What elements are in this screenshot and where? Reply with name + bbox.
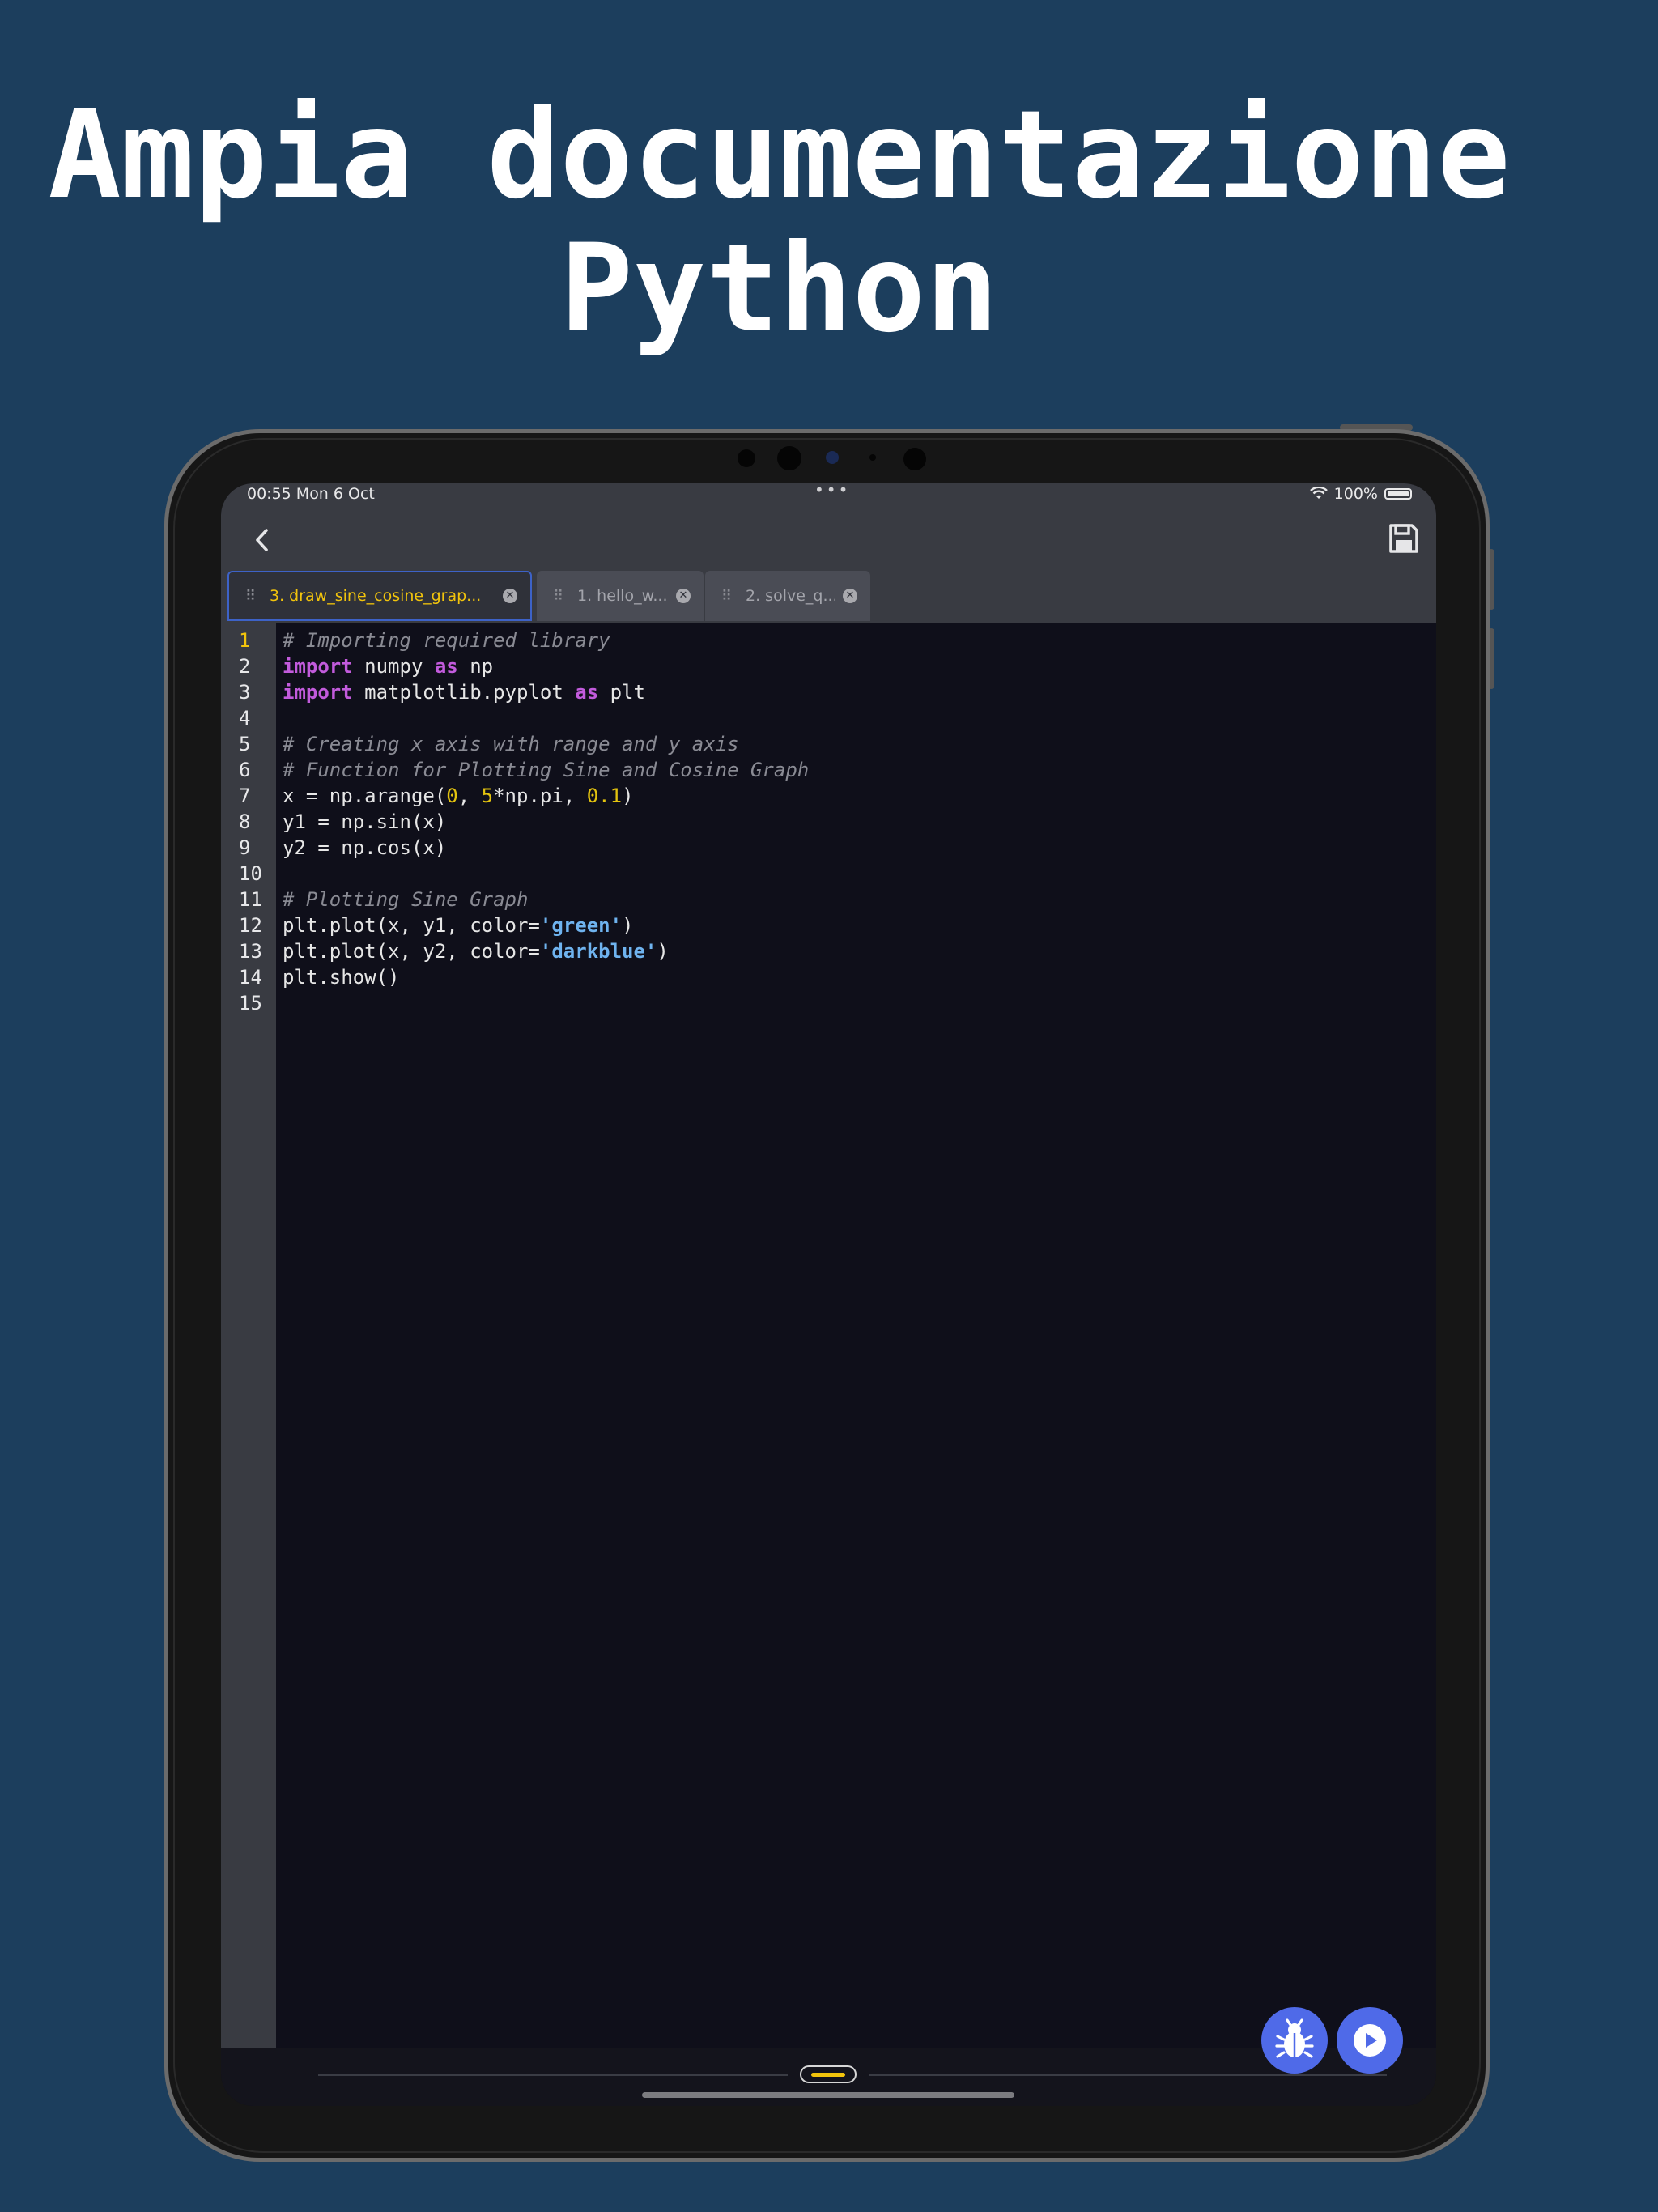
drag-handle-icon[interactable]: ⠿	[721, 588, 734, 605]
bug-icon	[1275, 2018, 1314, 2058]
code-token: x = np.arange(	[283, 785, 447, 807]
code-token: plt.show()	[283, 966, 400, 989]
status-time: 00:55 Mon 6 Oct	[247, 485, 375, 503]
code-token: )	[657, 940, 669, 963]
code-line[interactable]: import matplotlib.pyplot as plt	[283, 679, 645, 705]
code-token: )	[622, 914, 634, 937]
code-token: ,	[457, 785, 482, 807]
code-token: plt	[598, 681, 645, 704]
code-token: # Importing required library	[283, 629, 610, 652]
code-line[interactable]: plt.show()	[283, 964, 400, 990]
code-token: 5	[481, 785, 494, 807]
code-token: numpy	[352, 655, 435, 678]
tab-bar: ⠿ 3. draw_sine_cosine_grap... ✕ ⠿ 1. hel…	[221, 571, 1436, 623]
code-token: )	[622, 785, 634, 807]
headline-line-1: Ampia documentazione	[48, 85, 1511, 226]
code-token: import	[283, 655, 353, 678]
code-line[interactable]: import numpy as np	[283, 653, 493, 679]
code-token: y1 = np.sin(x)	[283, 810, 447, 833]
code-token: 'green'	[539, 914, 623, 937]
code-token: plt.plot(x, y2, color=	[283, 940, 540, 963]
sensor-dot-icon	[869, 454, 876, 461]
code-token: # Creating x axis with range and y axis	[283, 733, 739, 755]
tab-label: 3. draw_sine_cosine_grap...	[270, 587, 482, 605]
code-line[interactable]: # Function for Plotting Sine and Cosine …	[283, 757, 809, 783]
battery-icon	[1384, 488, 1412, 500]
status-bar: 00:55 Mon 6 Oct ••• 100%	[221, 483, 1436, 508]
tab-draw-sine-cosine[interactable]: ⠿ 3. draw_sine_cosine_grap... ✕	[227, 571, 532, 621]
floppy-disk-icon[interactable]	[1386, 521, 1422, 556]
face-sensor-icon	[903, 448, 926, 470]
code-token: # Function for Plotting Sine and Cosine …	[283, 759, 810, 781]
code-line[interactable]: plt.plot(x, y2, color='darkblue')	[283, 938, 669, 964]
code-token: 0	[446, 785, 458, 807]
close-icon[interactable]: ✕	[503, 589, 517, 603]
code-line[interactable]: # Importing required library	[283, 627, 610, 653]
code-token: as	[434, 655, 458, 678]
code-line[interactable]: y2 = np.cos(x)	[283, 835, 446, 861]
camera-icon	[777, 446, 801, 470]
divider	[318, 2074, 788, 2076]
drag-handle-icon[interactable]: ⠿	[553, 588, 566, 605]
code-token: plt.plot(x, y1, color=	[283, 914, 540, 937]
sensor-icon	[738, 449, 755, 467]
battery-percent: 100%	[1333, 485, 1378, 503]
camera-lens-icon	[826, 451, 839, 464]
status-right: 100%	[1309, 485, 1412, 503]
keyboard-toggle-handle[interactable]	[800, 2065, 857, 2083]
play-circle-icon	[1354, 2024, 1386, 2057]
chevron-left-icon[interactable]	[245, 522, 278, 558]
code-line[interactable]: # Creating x axis with range and y axis	[283, 731, 739, 757]
tab-solve-quadratic[interactable]: ⠿ 2. solve_q... ✕	[705, 571, 870, 621]
divider	[869, 2074, 1387, 2076]
run-button[interactable]	[1337, 2007, 1403, 2074]
headline: Ampia documentazione Python	[0, 89, 1558, 356]
code-line[interactable]: x = np.arange(0, 5*np.pi, 0.1)	[283, 783, 634, 809]
code-token: as	[575, 681, 599, 704]
code-editor[interactable]: # Importing required library import numpy…	[221, 623, 1436, 2048]
code-token: # Plotting Sine Graph	[283, 888, 529, 911]
tab-label: 1. hello_w...	[577, 587, 668, 605]
tab-hello-world[interactable]: ⠿ 1. hello_w... ✕	[537, 571, 704, 621]
code-token: 'darkblue'	[539, 940, 657, 963]
tab-label: 2. solve_q...	[746, 587, 835, 605]
drag-handle-icon[interactable]: ⠿	[245, 588, 258, 605]
code-token: import	[283, 681, 353, 704]
code-token: matplotlib.pyplot	[352, 681, 576, 704]
app-screen: 00:55 Mon 6 Oct ••• 100% ⠿ 3. draw_sine_…	[221, 483, 1436, 2106]
home-indicator[interactable]	[642, 2092, 1014, 2098]
code-line[interactable]: y1 = np.sin(x)	[283, 809, 446, 835]
close-icon[interactable]: ✕	[843, 589, 857, 603]
headline-line-2: Python	[559, 219, 999, 359]
code-token: y2 = np.cos(x)	[283, 836, 447, 859]
close-icon[interactable]: ✕	[676, 589, 691, 603]
code-token: np	[457, 655, 494, 678]
multitasking-dots[interactable]: •••	[814, 483, 850, 500]
code-line[interactable]: # Plotting Sine Graph	[283, 887, 528, 912]
wifi-icon	[1309, 487, 1328, 499]
code-token: 0.1	[586, 785, 623, 807]
code-line[interactable]: plt.plot(x, y1, color='green')	[283, 912, 634, 938]
code-token: *np.pi,	[493, 785, 587, 807]
toolbar	[221, 508, 1436, 571]
debug-button[interactable]	[1261, 2007, 1328, 2074]
